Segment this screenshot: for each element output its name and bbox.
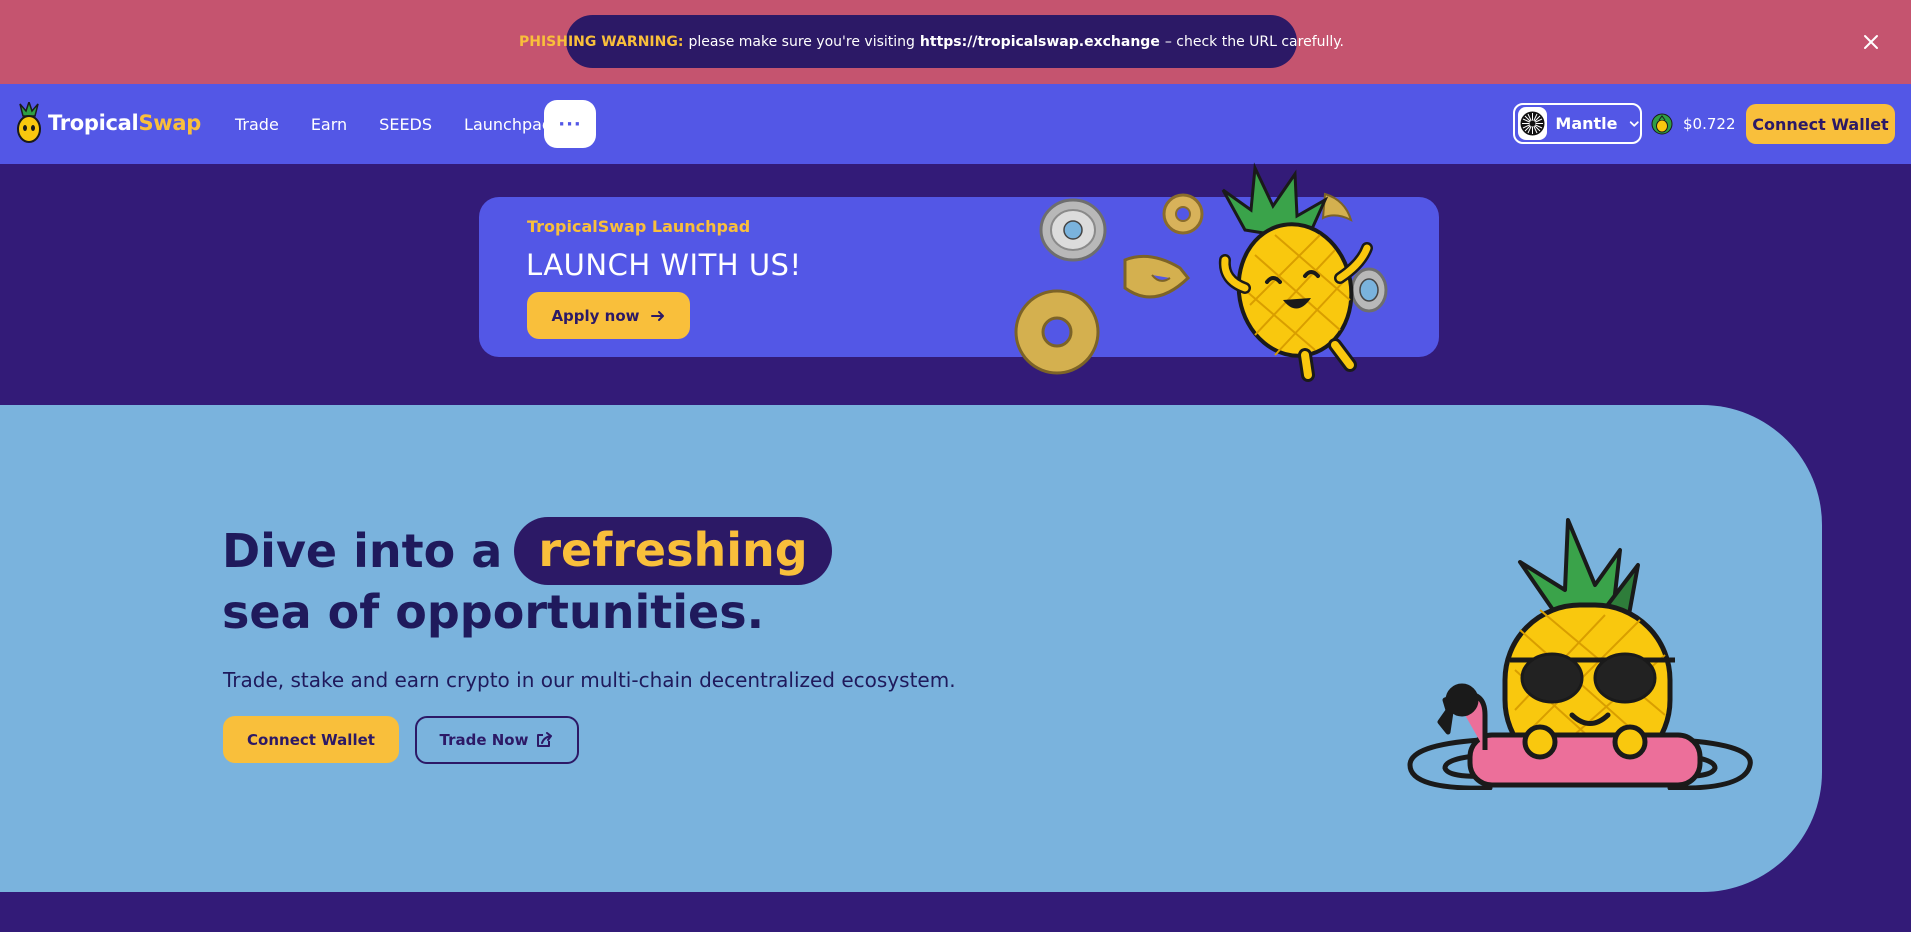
external-link-icon: [537, 732, 553, 747]
trade-now-button[interactable]: Trade Now: [415, 716, 579, 764]
warning-text-after: – check the URL carefully.: [1164, 33, 1345, 50]
tropicalswap-logo[interactable]: TropicalSwap: [14, 98, 201, 148]
hero-subtitle: Trade, stake and earn crypto in our mult…: [223, 668, 956, 692]
banner-title: LAUNCH WITH US!: [526, 248, 802, 282]
waving-pineapple-icon: [1218, 162, 1373, 382]
phishing-warning-message: PHISHING WARNING: please make sure you'r…: [519, 15, 1344, 68]
apply-now-label: Apply now: [551, 306, 640, 325]
nav-earn[interactable]: Earn: [311, 115, 347, 134]
nav-seeds[interactable]: SEEDS: [379, 115, 432, 134]
chain-selector[interactable]: Mantle: [1513, 103, 1642, 144]
warning-text: please make sure you're visiting: [688, 33, 915, 50]
price-value: $0.722: [1683, 115, 1736, 133]
nav-launchpad[interactable]: Launchpad: [464, 115, 552, 134]
warning-label: PHISHING WARNING:: [518, 33, 684, 50]
coin-icon: [1039, 198, 1107, 262]
nav-trade[interactable]: Trade: [235, 115, 279, 134]
hero-connect-wallet-button[interactable]: Connect Wallet: [223, 716, 399, 763]
chain-name: Mantle: [1555, 114, 1618, 133]
chevron-down-icon: [1629, 120, 1639, 127]
pineapple-logo-icon: [17, 102, 41, 143]
apply-now-button[interactable]: Apply now: [527, 292, 690, 339]
arrow-right-icon: [650, 310, 664, 321]
hero-heading-line-1: Dive into a refreshing: [222, 517, 832, 585]
pineapple-ring-icon: [1014, 289, 1100, 375]
mantle-chain-icon: [1518, 107, 1548, 140]
donut-coin-icon: [1162, 193, 1204, 235]
token-price: $0.722: [1651, 104, 1736, 144]
pineapple-float-illustration: [1407, 518, 1753, 790]
hero-heading-prefix: Dive into a: [222, 524, 503, 578]
more-menu-button[interactable]: ···: [544, 100, 596, 148]
warning-url: https://tropicalswap.exchange: [919, 33, 1160, 50]
trade-now-label: Trade Now: [439, 731, 529, 749]
close-icon[interactable]: [1858, 29, 1884, 55]
launchpad-pineapple-illustration: [1014, 162, 1388, 382]
hero-section: Dive into a refreshing sea of opportunit…: [0, 405, 1822, 892]
banner-subtitle: TropicalSwap Launchpad: [527, 217, 751, 236]
logo-text: TropicalSwap: [48, 111, 201, 135]
phishing-warning-bar: PHISHING WARNING: please make sure you'r…: [0, 0, 1911, 84]
pineapple-slice-icon: [1123, 254, 1191, 299]
hero-heading-highlight: refreshing: [514, 517, 832, 585]
connect-wallet-button[interactable]: Connect Wallet: [1746, 104, 1895, 144]
small-coin-icon: [1350, 267, 1388, 313]
hero-heading-line-2: sea of opportunities.: [222, 585, 765, 639]
top-navigation: TropicalSwap Trade Earn SEEDS Launchpad …: [0, 84, 1911, 164]
pineapple-token-icon: [1651, 113, 1673, 135]
main-nav: Trade Earn SEEDS Launchpad: [235, 84, 584, 164]
